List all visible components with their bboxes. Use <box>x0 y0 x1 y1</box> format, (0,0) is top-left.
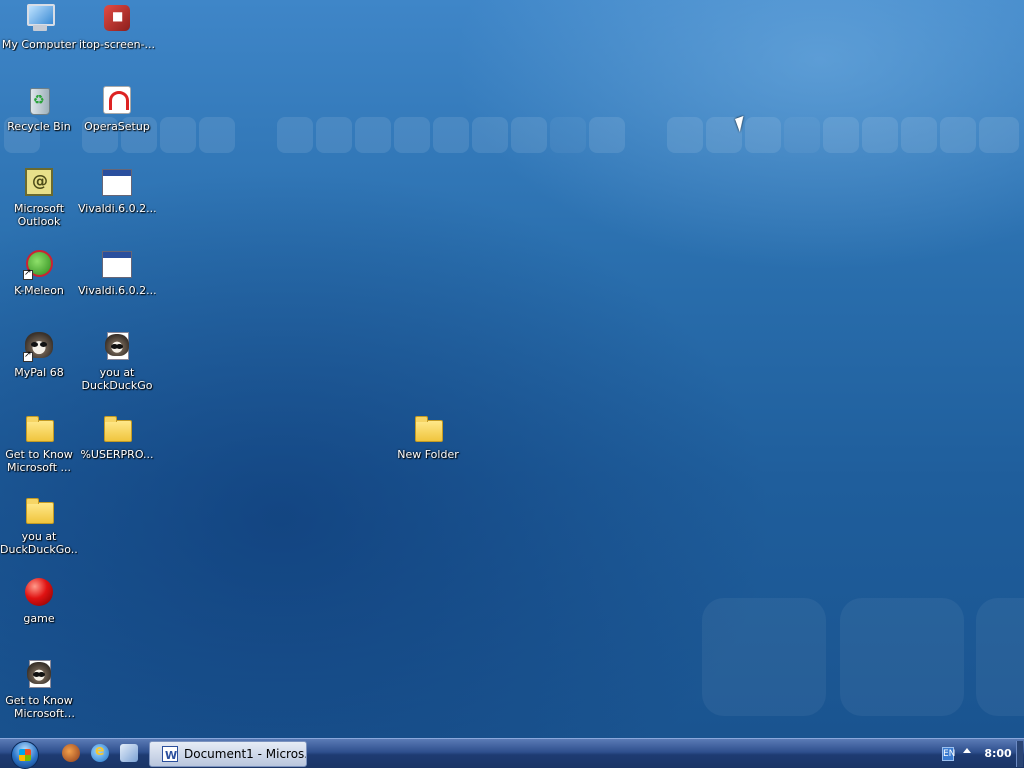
itop-screen-recorder-icon <box>101 2 133 34</box>
desktop-icon-label: My Computer <box>1 38 77 51</box>
application-window-icon <box>101 248 133 280</box>
desktop-background[interactable]: My Computer itop-screen-... Recycle Bin … <box>0 0 1024 738</box>
opera-setup-icon <box>101 84 133 116</box>
outlook-icon <box>23 166 55 198</box>
desktop-icon-k-meleon[interactable]: K-Meleon <box>0 248 78 297</box>
application-window-icon <box>101 166 133 198</box>
desktop-icon-label: game <box>23 612 55 625</box>
desktop-icon-you-at-duckduckgo-folder[interactable]: you at DuckDuckGo... <box>0 494 78 556</box>
desktop-icon-new-folder[interactable]: New Folder <box>389 412 467 461</box>
recycle-bin-icon <box>23 84 55 116</box>
document-raccoon-icon <box>101 330 133 362</box>
my-computer-icon <box>23 2 55 34</box>
desktop-icon-vivaldi-2[interactable]: Vivaldi.6.0.2... <box>78 248 156 297</box>
desktop-icon-label: Vivaldi.6.0.2... <box>78 202 156 215</box>
desktop-icon-you-at-duckduckgo[interactable]: you at DuckDuckGo <box>78 330 156 392</box>
desktop-icon-label: Microsoft Outlook <box>13 202 65 228</box>
desktop-icon-label: Vivaldi.6.0.2... <box>78 284 156 297</box>
system-clock[interactable]: 8:00 <box>984 739 1012 769</box>
desktop-icon-recycle-bin[interactable]: Recycle Bin <box>0 84 78 133</box>
desktop-icon-get-to-know-edge[interactable]: Get to Know Microsoft Edge <box>0 658 78 720</box>
desktop-icon-vivaldi-1[interactable]: Vivaldi.6.0.2... <box>78 166 156 215</box>
word-document-icon <box>162 744 178 766</box>
desktop-icon-game[interactable]: game <box>0 576 78 625</box>
desktop-icon-label: K-Meleon <box>14 284 64 297</box>
taskbar-button-document1[interactable]: Document1 - Micros... <box>149 741 307 767</box>
desktop-icon-mypal-68[interactable]: MyPal 68 <box>0 330 78 379</box>
shortcut-arrow-icon <box>23 350 33 362</box>
desktop-icon-microsoft-outlook[interactable]: Microsoft Outlook <box>0 166 78 228</box>
desktop-icon-label: you at DuckDuckGo... <box>0 530 78 556</box>
windows-orb-icon <box>11 741 39 769</box>
taskbar-button-label: Document1 - Micros... <box>184 747 307 761</box>
folder-icon <box>23 412 55 444</box>
desktop-icon-label: %USERPRO... <box>80 448 154 461</box>
desktop-icon-userprofile-folder[interactable]: %USERPRO... <box>78 412 156 461</box>
desktop-icon-get-to-know-folder[interactable]: Get to Know Microsoft ... <box>0 412 78 474</box>
desktop-icon-label: you at DuckDuckGo <box>81 366 153 392</box>
shortcut-arrow-icon <box>23 268 33 280</box>
desktop-icon-label: Recycle Bin <box>7 120 71 133</box>
desktop-icon-label: New Folder <box>397 448 459 461</box>
desktop-icon-label: OperaSetup <box>84 120 150 133</box>
show-hidden-icons-icon[interactable] <box>963 748 971 753</box>
desktop-icon-label: Get to Know Microsoft Edge <box>5 694 73 720</box>
k-meleon-icon <box>23 248 55 280</box>
red-ball-icon <box>23 576 55 608</box>
desktop-icon-itop-screen[interactable]: itop-screen-... <box>78 2 156 51</box>
taskbar: Document1 - Micros... EN 8:00 <box>0 738 1024 769</box>
desktop-icon-opera-setup[interactable]: OperaSetup <box>78 84 156 133</box>
folder-icon <box>101 412 133 444</box>
show-desktop-button[interactable] <box>1016 741 1023 767</box>
folder-icon <box>23 494 55 526</box>
desktop-icon-label: Get to Know Microsoft ... <box>5 448 73 474</box>
internet-explorer-icon[interactable] <box>91 743 109 762</box>
desktop-icon-my-computer[interactable]: My Computer <box>0 2 78 51</box>
desktop-icon-label: itop-screen-... <box>78 38 156 51</box>
firefox-icon[interactable] <box>62 744 80 762</box>
mypal-raccoon-icon <box>23 330 55 362</box>
explorer-window-icon[interactable] <box>120 744 138 762</box>
start-button[interactable] <box>8 739 42 769</box>
desktop-icon-label: MyPal 68 <box>14 366 64 379</box>
language-indicator[interactable]: EN <box>942 747 955 761</box>
document-raccoon-icon <box>23 658 55 690</box>
folder-icon <box>412 412 444 444</box>
